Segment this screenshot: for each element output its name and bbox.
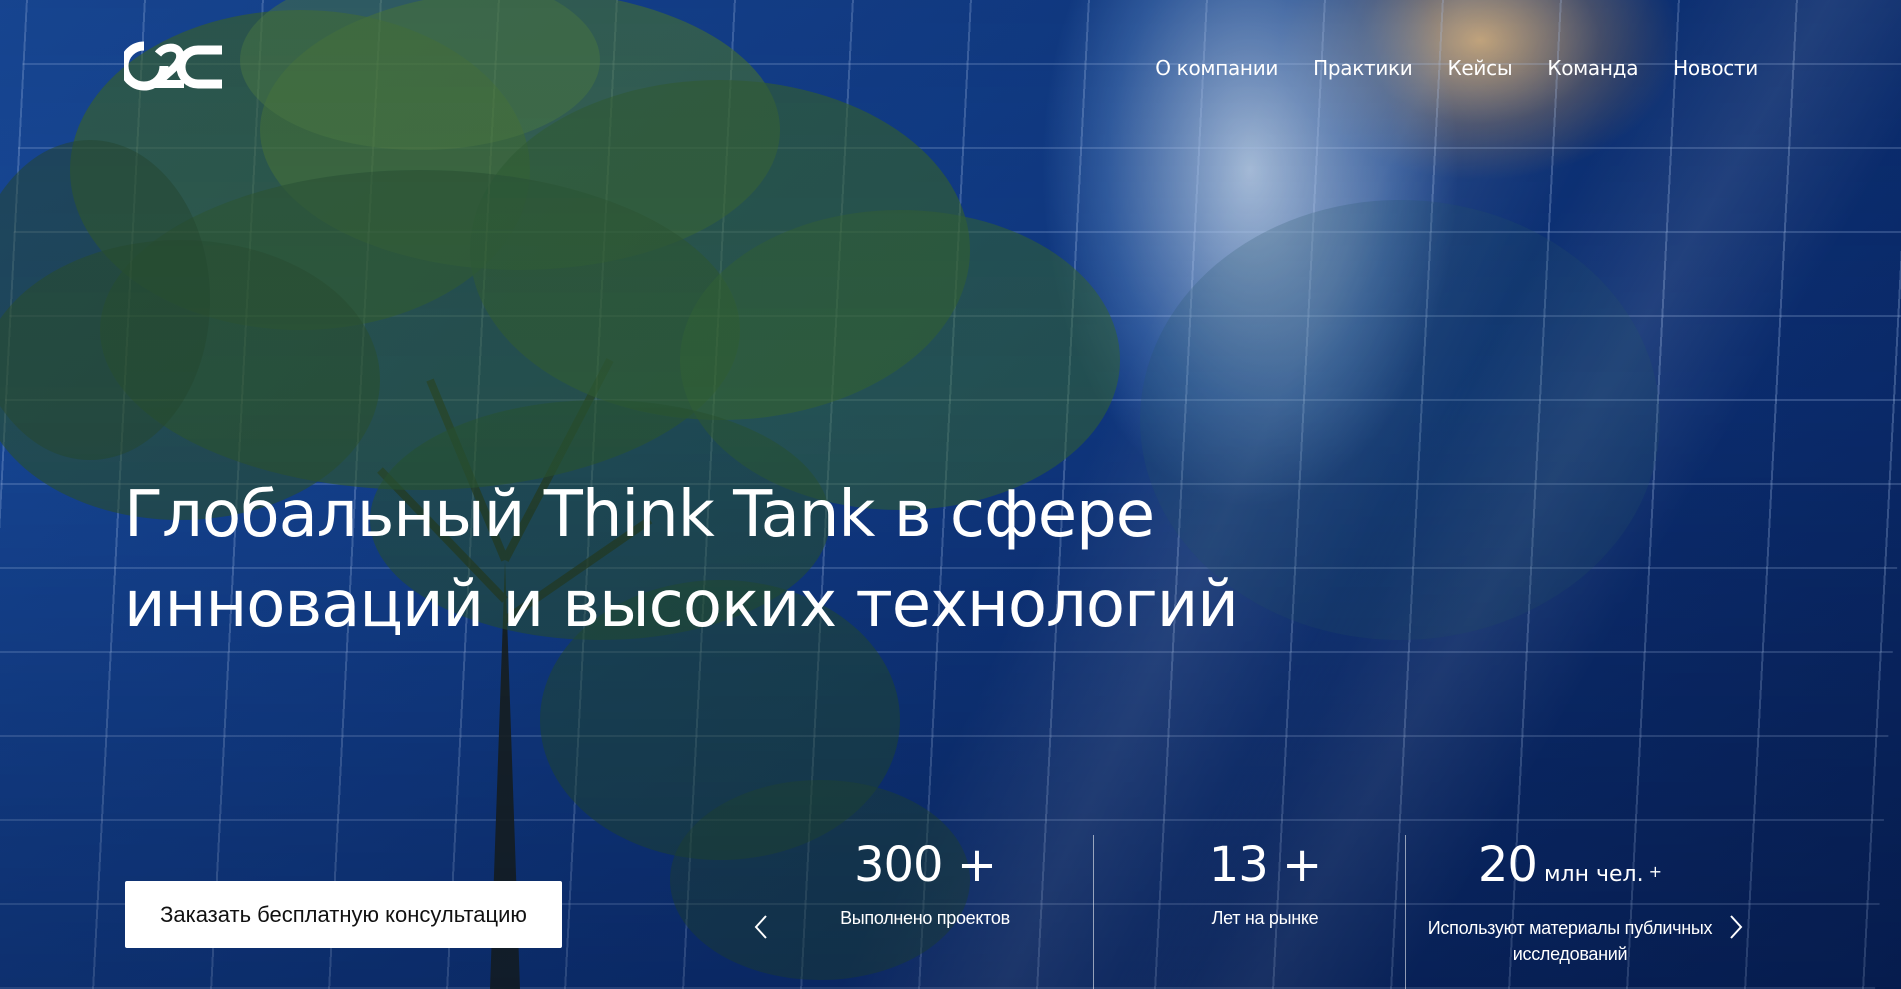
- stat-projects: 300 + Выполнено проектов: [800, 835, 1050, 931]
- stat-years: 13 + Лет на рынке: [1140, 835, 1390, 931]
- stat-divider: [1093, 835, 1094, 989]
- logo[interactable]: [124, 40, 224, 94]
- nav-item-team[interactable]: Команда: [1547, 56, 1638, 80]
- stat-value: 300 +: [853, 837, 997, 893]
- stat-label: Выполнено проектов: [840, 908, 1010, 928]
- nav-item-about[interactable]: О компании: [1155, 56, 1278, 80]
- stat-divider: [1405, 835, 1406, 989]
- chevron-left-icon[interactable]: [750, 910, 774, 944]
- headline-line-1: Глобальный Think Tank в сфере: [124, 478, 1155, 552]
- stat-value: 20 млн чел. +: [1477, 837, 1663, 893]
- stat-suffix: +: [1643, 862, 1663, 881]
- hero-headline: Глобальный Think Tank в сфере инноваций …: [124, 470, 1474, 650]
- stat-unit: млн чел.: [1536, 862, 1644, 887]
- chevron-right-icon[interactable]: [1723, 910, 1747, 944]
- stats-carousel: 300 + Выполнено проектов 13 + Лет на рын…: [740, 835, 1770, 989]
- main-nav: О компании Практики Кейсы Команда Новост…: [1155, 56, 1758, 80]
- headline-line-2: инноваций и высоких технологий: [124, 568, 1239, 642]
- stat-audience: 20 млн чел. + Используют материалы публи…: [1420, 835, 1720, 967]
- nav-item-news[interactable]: Новости: [1673, 56, 1758, 80]
- stat-label: Используют материалы публичных исследова…: [1427, 918, 1713, 964]
- free-consultation-button[interactable]: Заказать бесплатную консультацию: [125, 881, 562, 948]
- nav-item-cases[interactable]: Кейсы: [1448, 56, 1513, 80]
- nav-item-practices[interactable]: Практики: [1313, 56, 1413, 80]
- stat-label: Лет на рынке: [1211, 908, 1319, 928]
- stat-value: 13 +: [1208, 837, 1323, 893]
